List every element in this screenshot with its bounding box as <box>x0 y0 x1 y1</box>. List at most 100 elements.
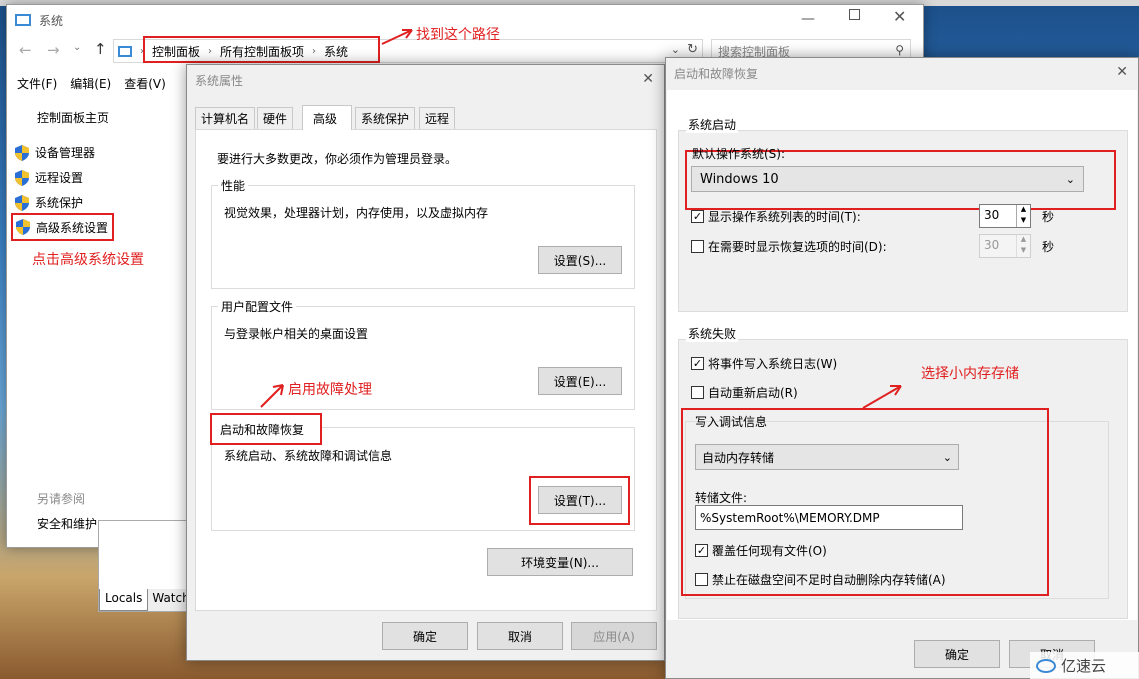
shield-icon <box>16 219 30 235</box>
nav-system-protection[interactable]: 系统保护 <box>15 194 83 211</box>
nav-remote-settings[interactable]: 远程设置 <box>15 169 83 186</box>
tab-advanced[interactable]: 高级 <box>302 105 352 130</box>
show-recovery-value: 30 <box>984 238 1000 252</box>
show-os-list-checkbox[interactable]: ✓ <box>691 210 704 223</box>
chevron-down-icon: ⌄ <box>942 450 952 464</box>
write-event-label: 将事件写入系统日志(W) <box>708 357 838 371</box>
annotation-arrow-icon <box>260 384 284 408</box>
see-also-security-link[interactable]: 安全和维护 <box>37 515 97 532</box>
chevron-down-icon: ⌄ <box>1065 172 1075 186</box>
debug-info-value: 自动内存转储 <box>702 450 775 465</box>
shield-icon <box>15 144 29 161</box>
overwrite-checkbox[interactable]: ✓ <box>695 544 708 557</box>
show-recovery-option[interactable]: 在需要时显示恢复选项的时间(D): <box>691 238 887 255</box>
show-recovery-label: 在需要时显示恢复选项的时间(D): <box>708 240 887 254</box>
refresh-icon[interactable]: ↻ <box>687 42 698 57</box>
cancel-button[interactable]: 取消 <box>477 622 563 650</box>
startup-recovery-desc: 系统启动、系统故障和调试信息 <box>224 449 393 463</box>
startup-recovery-settings-button[interactable]: 设置(T)... <box>538 486 622 514</box>
control-panel-home-link[interactable]: 控制面板主页 <box>37 109 109 126</box>
write-event-checkbox[interactable]: ✓ <box>691 357 704 370</box>
startup-recovery-dialog: 启动和故障恢复 ✕ 系统启动 默认操作系统(S): Windows 10 ⌄ ✓… <box>665 57 1139 679</box>
dialog-titlebar: 启动和故障恢复 ✕ <box>666 58 1138 88</box>
up-arrow-icon[interactable]: ↑ <box>94 40 107 58</box>
performance-settings-button[interactable]: 设置(S)... <box>538 246 622 274</box>
tab-strip: 计算机名 硬件 高级 系统保护 远程 <box>195 105 655 131</box>
forward-arrow-icon[interactable]: → <box>47 41 60 59</box>
close-icon[interactable]: ✕ <box>642 71 654 87</box>
dialog-title: 启动和故障恢复 <box>674 66 759 81</box>
show-os-list-value: 30 <box>984 208 1000 222</box>
performance-desc: 视觉效果，处理器计划，内存使用，以及虚拟内存 <box>224 206 489 220</box>
ok-button[interactable]: 确定 <box>382 622 468 650</box>
spinner-up-icon[interactable]: ▲ <box>1016 205 1030 216</box>
watermark-text: 亿速云 <box>1061 657 1107 675</box>
environment-variables-button[interactable]: 环境变量(N)... <box>487 548 633 576</box>
debug-info-title: 写入调试信息 <box>695 415 768 429</box>
address-dropdown-icon[interactable]: ⌄ <box>671 43 680 56</box>
tab-hardware[interactable]: 硬件 <box>257 107 294 129</box>
annotation-enable-fault: 启用故障处理 <box>288 382 372 398</box>
nav-label: 高级系统设置 <box>36 220 109 235</box>
system-failure-title: 系统失败 <box>686 325 739 342</box>
minimize-button[interactable]: — <box>801 11 815 27</box>
tab-system-protection[interactable]: 系统保护 <box>355 107 416 129</box>
admin-note: 要进行大多数更改，你必须作为管理员登录。 <box>217 152 458 166</box>
window-title: 系统 <box>39 13 64 28</box>
dump-file-label: 转储文件: <box>695 491 748 505</box>
auto-restart-checkbox[interactable] <box>691 386 704 399</box>
default-os-value: Windows 10 <box>700 171 779 187</box>
maximize-button[interactable] <box>849 9 860 20</box>
show-os-list-label: 显示操作系统列表的时间(T): <box>708 210 861 224</box>
tab-computer-name[interactable]: 计算机名 <box>195 107 256 129</box>
tab-locals[interactable]: Locals <box>99 589 149 611</box>
write-event-option[interactable]: ✓ 将事件写入系统日志(W) <box>691 355 837 372</box>
default-os-select[interactable]: Windows 10 ⌄ <box>691 166 1084 192</box>
menu-view[interactable]: 查看(V) <box>124 75 166 92</box>
spinner-down-icon[interactable]: ▼ <box>1016 216 1030 227</box>
user-profiles-settings-button[interactable]: 设置(E)... <box>538 367 622 395</box>
annotation-find-path: 找到这个路径 <box>416 27 500 43</box>
dump-file-input[interactable]: %SystemRoot%\MEMORY.DMP <box>695 505 963 530</box>
nav-label: 远程设置 <box>35 171 84 185</box>
show-os-list-option[interactable]: ✓ 显示操作系统列表的时间(T): <box>691 208 861 225</box>
overwrite-option[interactable]: ✓ 覆盖任何现有文件(O) <box>695 542 827 559</box>
control-panel-icon <box>118 45 132 57</box>
dump-file-value: %SystemRoot%\MEMORY.DMP <box>700 510 880 525</box>
back-arrow-icon[interactable]: ← <box>19 41 32 59</box>
user-profiles-desc: 与登录帐户相关的桌面设置 <box>224 327 369 341</box>
shield-icon <box>15 194 29 211</box>
startup-recovery-title: 启动和故障恢复 <box>220 423 305 437</box>
close-button[interactable]: ✕ <box>893 7 906 26</box>
computer-icon <box>15 14 31 26</box>
see-also-title: 另请参阅 <box>37 492 86 506</box>
seconds-label: 秒 <box>1042 240 1055 254</box>
debug-info-select[interactable]: 自动内存转储 ⌄ <box>695 444 959 470</box>
show-recovery-spinner: 30 ▲ ▼ <box>979 234 1031 258</box>
auto-restart-option[interactable]: 自动重新启动(R) <box>691 384 798 401</box>
nav-advanced-system-settings[interactable]: 高级系统设置 <box>11 213 114 241</box>
spinner-down-icon: ▼ <box>1016 246 1030 257</box>
nav-label: 系统保护 <box>35 196 84 210</box>
menu-file[interactable]: 文件(F) <box>17 75 57 92</box>
annotation-arrow-icon <box>381 29 413 45</box>
spinner-up-icon: ▲ <box>1016 235 1030 246</box>
disable-auto-delete-checkbox[interactable] <box>695 573 708 586</box>
menu-edit[interactable]: 编辑(E) <box>70 75 111 92</box>
disable-auto-delete-option[interactable]: 禁止在磁盘空间不足时自动删除内存转储(A) <box>695 571 946 588</box>
show-recovery-checkbox[interactable] <box>691 240 704 253</box>
show-os-list-spinner[interactable]: 30 ▲ ▼ <box>979 204 1031 228</box>
system-properties-dialog: 系统属性 ✕ 计算机名 硬件 高级 系统保护 远程 要进行大多数更改，你必须作为… <box>186 64 665 661</box>
shield-icon <box>15 169 29 186</box>
ok-button[interactable]: 确定 <box>914 640 1000 668</box>
watermark: 亿速云 <box>1030 652 1139 679</box>
tab-remote[interactable]: 远程 <box>419 107 456 129</box>
nav-device-manager[interactable]: 设备管理器 <box>15 144 95 161</box>
nav-label: 设备管理器 <box>35 146 96 160</box>
advanced-tab-page: 要进行大多数更改，你必须作为管理员登录。 性能 视觉效果，处理器计划，内存使用，… <box>195 129 657 611</box>
auto-restart-label: 自动重新启动(R) <box>708 386 798 400</box>
recent-chevron-icon[interactable]: ⌄ <box>73 42 81 53</box>
seconds-label: 秒 <box>1042 210 1055 224</box>
menu-bar: 文件(F) 编辑(E) 查看(V) <box>17 75 166 92</box>
close-icon[interactable]: ✕ <box>1116 64 1128 80</box>
